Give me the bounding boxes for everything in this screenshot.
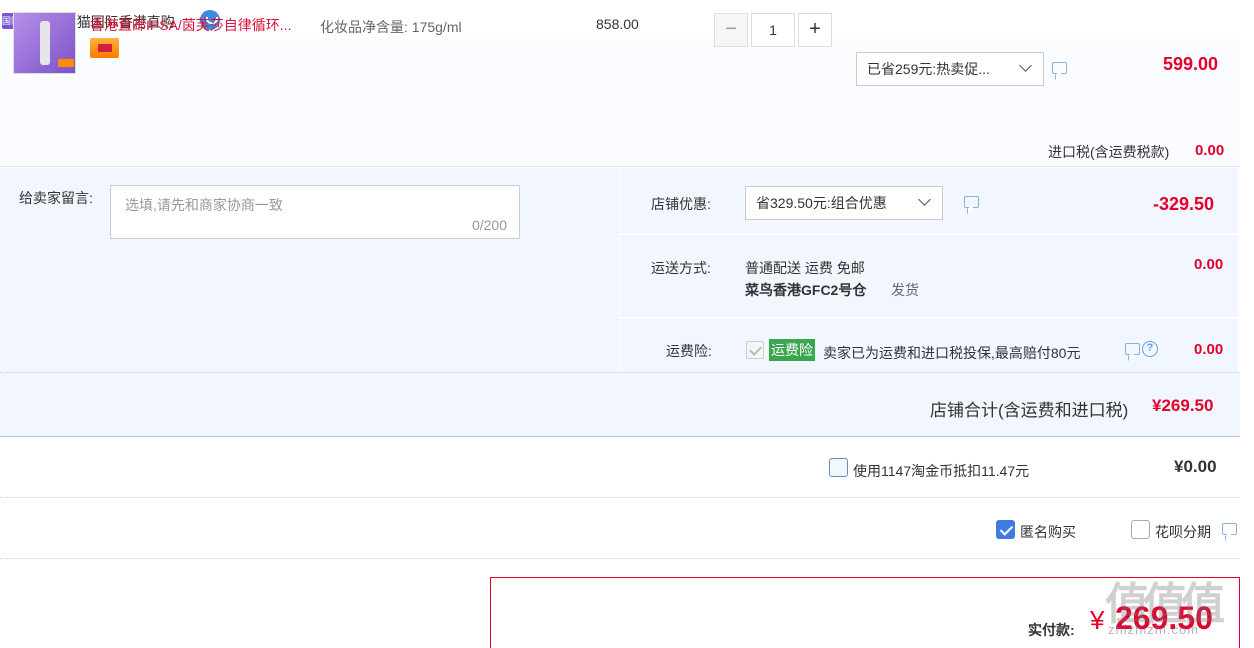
memo-textarea[interactable]: 选填,请先和商家协商一致 0/200 <box>110 185 520 239</box>
insurance-description: 卖家已为运费和进口税投保,最高赔付80元 <box>823 345 1081 361</box>
shipping-dispatch: 发货 <box>891 282 919 298</box>
increase-button[interactable]: + <box>798 13 832 47</box>
bottle-image-icon <box>40 21 50 65</box>
memo-placeholder: 选填,请先和商家协商一致 <box>125 197 283 213</box>
product-sku: 化妆品净含量: 175g/ml <box>320 19 462 35</box>
insurance-info-icon[interactable] <box>1125 343 1140 355</box>
import-tax-label: 进口税(含运费税款) <box>1048 144 1170 160</box>
shop-total-value: ¥269.50 <box>1152 396 1214 415</box>
divider <box>620 233 1238 235</box>
payment-card-icon <box>90 38 119 58</box>
insurance-checkbox <box>746 341 764 359</box>
divider <box>620 317 1238 319</box>
shop-discount-value: -329.50 <box>1153 194 1215 214</box>
item-promo-select-value: 已省259元:热卖促... <box>867 61 990 77</box>
anonymous-label[interactable]: 匿名购买 <box>1020 522 1076 542</box>
coins-label[interactable]: 使用1147淘金币抵扣11.47元 <box>853 461 1029 481</box>
insurance-value: 0.00 <box>1194 341 1224 358</box>
installment-checkbox[interactable] <box>1131 520 1150 539</box>
price-tag-icon <box>58 59 74 67</box>
insurance-tag: 运费险 <box>769 339 815 361</box>
item-subtotal: 599.00 <box>1163 54 1219 74</box>
product-title-link[interactable]: 香港直邮IPSA/茵芙莎自律循环... <box>90 15 291 35</box>
chevron-down-icon <box>1019 59 1032 72</box>
import-tax-value: 0.00 <box>1195 142 1225 159</box>
watermark-site: zhizhizhi.com <box>1108 622 1200 637</box>
payment-currency: ¥ <box>1090 605 1105 635</box>
unit-price: 858.00 <box>596 16 639 32</box>
shop-discount-label: 店铺优惠: <box>651 196 711 212</box>
promo-info-icon[interactable] <box>1052 62 1067 74</box>
shipping-method: 普通配送 运费 免邮 <box>745 260 865 276</box>
memo-char-counter: 0/200 <box>471 217 507 233</box>
coins-row <box>0 438 1240 498</box>
coins-checkbox[interactable] <box>829 458 848 477</box>
help-icon[interactable]: ? <box>1142 341 1158 357</box>
shop-discount-select-value: 省329.50元:组合优惠 <box>756 195 887 211</box>
discount-info-icon[interactable] <box>964 196 979 208</box>
coins-value: ¥0.00 <box>1174 457 1217 476</box>
shipping-value: 0.00 <box>1194 256 1224 273</box>
quantity-input[interactable]: 1 <box>751 13 795 47</box>
memo-label: 给卖家留言: <box>19 190 93 206</box>
anonymous-checkbox[interactable] <box>996 520 1015 539</box>
installment-info-icon[interactable] <box>1222 523 1237 535</box>
shop-discount-select[interactable]: 省329.50元:组合优惠 <box>745 186 943 220</box>
installment-label[interactable]: 花呗分期 <box>1155 522 1211 542</box>
product-thumbnail[interactable] <box>13 12 76 74</box>
shipping-warehouse: 菜鸟香港GFC2号仓 <box>745 282 867 298</box>
insurance-label: 运费险: <box>666 343 712 359</box>
payment-label: 实付款: <box>1028 622 1075 638</box>
item-promo-select[interactable]: 已省259元:热卖促... <box>856 52 1044 86</box>
decrease-button[interactable]: − <box>714 13 748 47</box>
shop-total-label: 店铺合计(含运费和进口税) <box>930 401 1129 420</box>
shipping-label: 运送方式: <box>651 260 711 276</box>
chevron-down-icon <box>918 193 931 206</box>
